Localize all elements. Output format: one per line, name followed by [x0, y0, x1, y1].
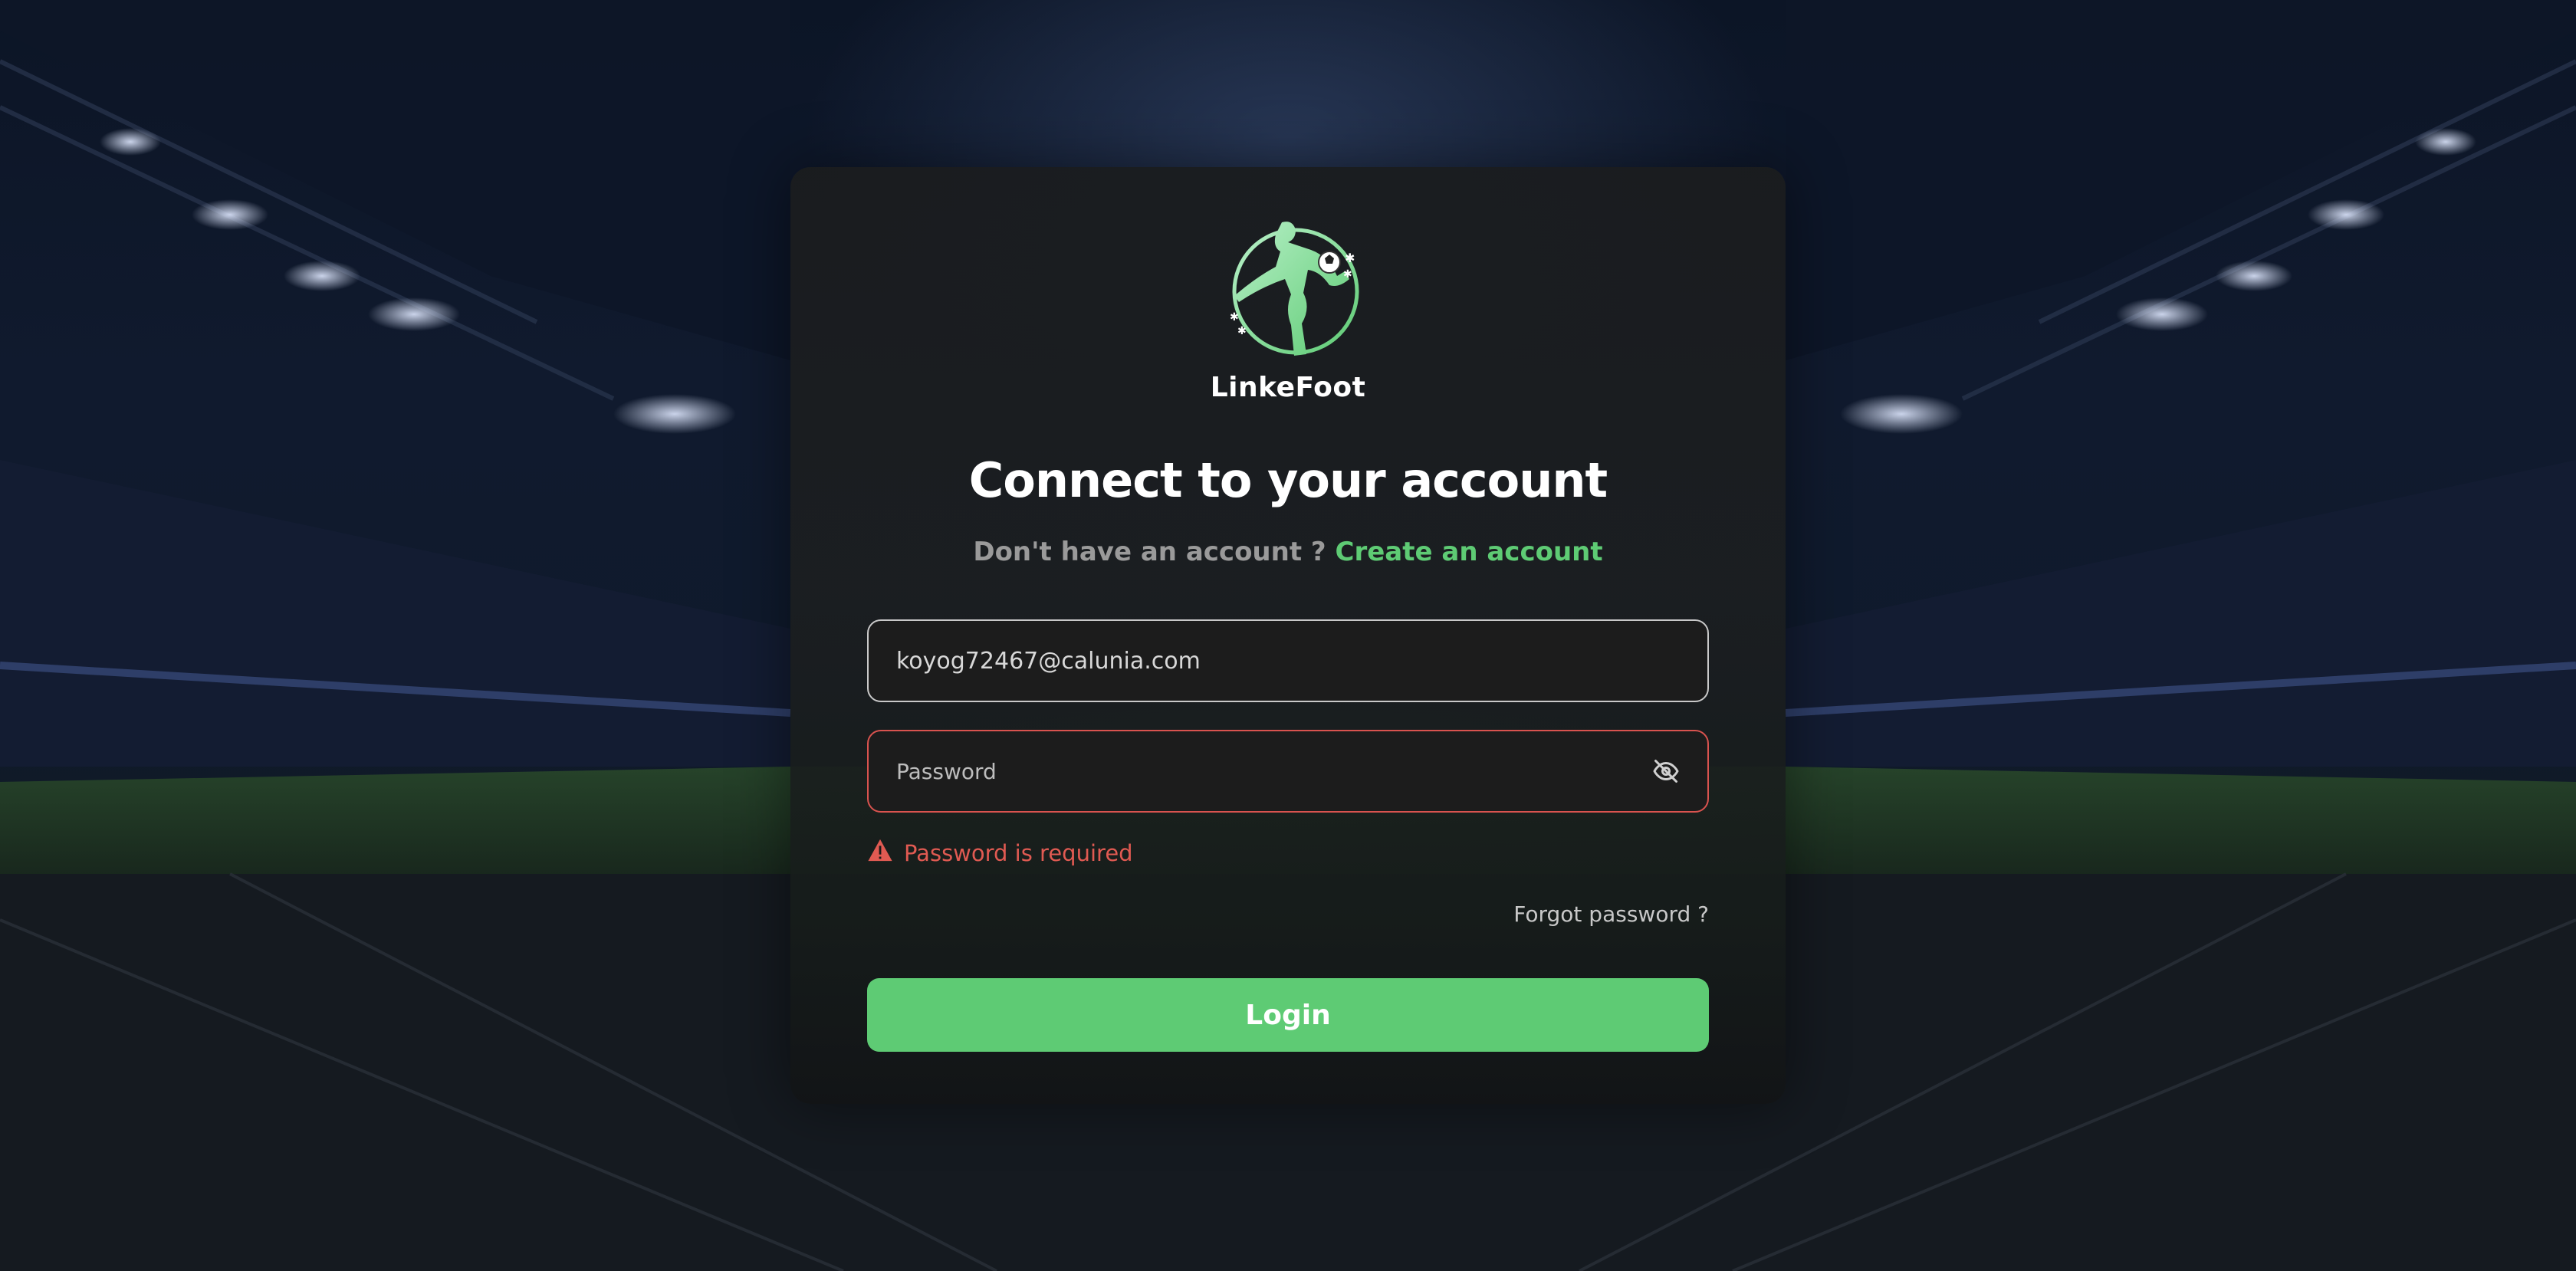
password-field[interactable] — [895, 757, 1651, 786]
password-field-container — [867, 730, 1709, 813]
svg-text:✱: ✱ — [1343, 268, 1352, 281]
create-account-link[interactable]: Create an account — [1336, 537, 1603, 567]
brand-name: LinkeFoot — [1210, 372, 1366, 403]
email-field[interactable] — [895, 646, 1681, 675]
email-field-container — [867, 619, 1709, 702]
svg-text:✱: ✱ — [1345, 251, 1355, 265]
warning-triangle-icon — [867, 838, 893, 868]
login-button[interactable]: Login — [867, 978, 1709, 1052]
password-error-text: Password is required — [904, 839, 1133, 866]
svg-text:✱: ✱ — [1237, 325, 1247, 337]
svg-text:✱: ✱ — [1230, 311, 1239, 323]
page-title: Connect to your account — [968, 452, 1608, 508]
password-error: Password is required — [867, 838, 1133, 868]
signup-prompt-text: Don't have an account ? — [973, 537, 1326, 567]
soccer-player-kick-icon: ✱ ✱ ✱ ✱ — [1198, 215, 1378, 365]
eye-slash-icon[interactable] — [1651, 756, 1681, 787]
forgot-password-link[interactable]: Forgot password ? — [1513, 902, 1709, 927]
signup-prompt: Don't have an account ? Create an accoun… — [790, 537, 1786, 567]
